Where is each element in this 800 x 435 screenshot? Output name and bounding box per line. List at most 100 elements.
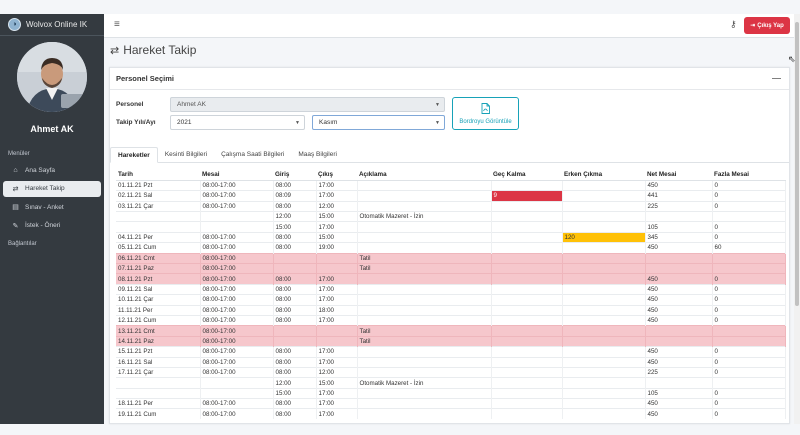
table-cell — [562, 294, 646, 306]
table-cell: 08:00-17:00 — [200, 190, 274, 202]
table-cell — [645, 325, 713, 337]
brand[interactable]: ◑ Wolvox Online IK — [0, 14, 104, 36]
table-cell: 15:00 — [316, 377, 358, 389]
table-cell — [316, 335, 358, 347]
table-cell: 08:00 — [273, 283, 317, 295]
year-select-value: 2021 — [177, 119, 192, 126]
personnel-card: Personel Seçimi — Personel Ahmet AK ▼ Ta… — [109, 67, 790, 424]
table-row[interactable]: 10.11.21 Çar 08:00-17:00 08:00 17:00 450 0 — [116, 294, 786, 306]
tab-hareketler[interactable]: Hareketler — [110, 147, 158, 163]
table-row[interactable]: 09.11.21 Sal 08:00-17:00 08:00 17:00 450 0 — [116, 283, 786, 295]
table-cell: 105 — [645, 221, 713, 233]
table-header-row: Tarih Mesai Giriş Çıkış Açıklama Geç Kalma Erk… — [116, 170, 785, 181]
table-row[interactable]: 17.11.21 Çar 08:00-17:00 08:00 12:00 225 0 — [116, 366, 786, 378]
page-title: ⇄ Hareket Takip — [110, 43, 196, 57]
table-cell: 15:00 — [273, 221, 317, 233]
table-cell: 17:00 — [316, 221, 358, 233]
table-row[interactable]: 06.11.21 Cmt 08:00-17:00 Tatil — [116, 252, 786, 264]
table-cell — [491, 346, 563, 358]
table-cell — [562, 377, 646, 389]
table-cell: 0 — [712, 366, 786, 378]
table-cell — [116, 377, 201, 389]
table-row[interactable]: 01.11.21 Pzt 08:00-17:00 08:00 17:00 450 0 — [116, 179, 786, 191]
table-cell: 450 — [645, 179, 713, 191]
table-cell: 60 — [712, 242, 786, 254]
table-row[interactable]: 14.11.21 Paz 08:00-17:00 Tatil — [116, 335, 786, 347]
column-header: Mesai — [200, 170, 273, 181]
table-cell: 15:00 — [273, 387, 317, 399]
table-cell — [357, 221, 492, 233]
table-row[interactable]: 16.11.21 Sal 08:00-17:00 08:00 17:00 450 0 — [116, 356, 786, 368]
tab-maas-bilgileri[interactable]: Maaş Bilgileri — [291, 147, 344, 163]
table-row[interactable]: 05.11.21 Cum 08:00-17:00 08:00 19:00 450 60 — [116, 242, 786, 254]
month-select[interactable]: Kasım ▼ — [312, 115, 445, 130]
table-cell: 450 — [645, 314, 713, 326]
table-cell: 08:00 — [273, 231, 317, 243]
personel-select[interactable]: Ahmet AK ▼ — [170, 97, 445, 112]
table-cell: 08:00-17:00 — [200, 231, 274, 243]
tab-calisma-saati-bilgileri[interactable]: Çalışma Saati Bilgileri — [214, 147, 291, 163]
table-row[interactable]: 12:00 15:00 Otomatik Mazeret - İzin — [116, 211, 786, 222]
table-cell: 105 — [645, 387, 713, 399]
edit-icon: ✎ — [12, 222, 19, 230]
scrollbar-thumb[interactable] — [795, 22, 799, 306]
sidebar-item-istek-oneri[interactable]: ✎ İstek - Öneri — [3, 218, 101, 234]
table-row[interactable]: 19.11.21 Cum 08:00-17:00 08:00 17:00 450 0 — [116, 408, 786, 420]
table-cell: 450 — [645, 283, 713, 295]
table-row[interactable]: 03.11.21 Çar 08:00-17:00 08:00 12:00 225 0 — [116, 200, 786, 212]
chevron-down-icon: ▼ — [435, 102, 440, 108]
table-cell: Tatil — [357, 262, 492, 274]
table-cell: 08:00 — [273, 314, 317, 326]
table-row[interactable]: 08.11.21 Pzt 08:00-17:00 08:00 17:00 450 0 — [116, 273, 786, 285]
table-cell — [562, 190, 646, 202]
table-cell: 08:00 — [273, 179, 317, 191]
table-cell — [116, 387, 201, 399]
table-row[interactable]: 15:00 17:00 105 0 — [116, 387, 786, 399]
table-cell — [357, 242, 492, 254]
sidebar-item-sinav-anket[interactable]: ▤ Sınav - Anket — [3, 199, 101, 215]
key-icon[interactable]: ⚷ — [730, 19, 737, 30]
table-cell: Tatil — [357, 252, 492, 264]
year-select[interactable]: 2021 ▼ — [170, 115, 305, 130]
table-row[interactable]: 07.11.21 Paz 08:00-17:00 Tatil — [116, 262, 786, 274]
table-row[interactable]: 11.11.21 Per 08:00-17:00 08:00 18:00 450 0 — [116, 304, 786, 316]
exchange-icon: ⇄ — [12, 185, 19, 193]
table-row[interactable]: 02.11.21 Sal 08:00-17:00 08:09 17:00 9 441 0 — [116, 190, 786, 202]
minimize-icon[interactable]: — — [772, 73, 781, 83]
table-row[interactable]: 18.11.21 Per 08:00-17:00 08:00 17:00 450 0 — [116, 398, 786, 409]
column-header: Açıklama — [357, 170, 491, 181]
table-cell: 0 — [712, 356, 786, 368]
movements-table-wrap: Tarih Mesai Giriş Çıkış Açıklama Geç Kalma Erk… — [116, 170, 786, 420]
table-cell — [491, 252, 563, 264]
table-cell: 450 — [645, 408, 713, 420]
table-cell: 17:00 — [316, 294, 358, 306]
table-cell — [645, 377, 713, 389]
sidebar-item-ana-sayfa[interactable]: ⌂ Ana Sayfa — [3, 162, 101, 178]
page-title-text: Hareket Takip — [123, 43, 197, 57]
table-row[interactable]: 13.11.21 Cmt 08:00-17:00 Tatil — [116, 325, 786, 337]
table-row[interactable]: 15.11.21 Pzt 08:00-17:00 08:00 17:00 450 0 — [116, 346, 786, 358]
table-cell — [316, 262, 358, 274]
bordro-view-button[interactable]: Bordroyu Görüntüle — [452, 97, 519, 130]
table-cell: 450 — [645, 273, 713, 285]
table-cell — [562, 325, 646, 337]
table-row[interactable]: 12:00 15:00 Otomatik Mazeret - İzin — [116, 377, 786, 389]
brand-name: Wolvox Online IK — [26, 20, 88, 29]
hamburger-icon[interactable]: ≡ — [114, 19, 120, 30]
table-row[interactable]: 12.11.21 Cum 08:00-17:00 08:00 17:00 450 0 — [116, 314, 786, 326]
table-cell: 17:00 — [316, 346, 358, 358]
table-cell: 15:00 — [316, 231, 358, 243]
table-cell: 01.11.21 Pzt — [116, 179, 201, 191]
table-cell — [562, 283, 646, 295]
tab-kesinti-bilgileri[interactable]: Kesinti Bilgileri — [158, 147, 214, 163]
table-cell — [273, 325, 317, 337]
logout-button[interactable]: ⇥ Çıkış Yap — [744, 17, 790, 34]
app-window: ◑ Wolvox Online IK Ahmet AK Menüler ⌂ An… — [0, 0, 800, 435]
table-row[interactable]: 15:00 17:00 105 0 — [116, 221, 786, 233]
table-cell: 08:00 — [273, 346, 317, 358]
table-row[interactable]: 04.11.21 Per 08:00-17:00 08:00 15:00 120 345 0 — [116, 231, 786, 243]
table-cell: 08:00-17:00 — [200, 262, 274, 274]
table-cell: 0 — [712, 398, 786, 409]
table-cell: 12:00 — [273, 211, 317, 222]
sidebar-item-hareket-takip[interactable]: ⇄ Hareket Takip — [3, 180, 101, 197]
